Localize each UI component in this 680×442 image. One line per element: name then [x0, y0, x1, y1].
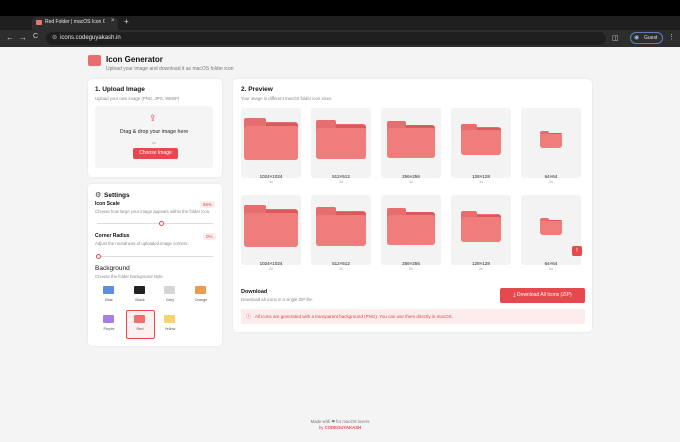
folder-icon: [461, 123, 501, 155]
folder-icon: [244, 205, 298, 247]
info-text: All icons are generated with a transpare…: [255, 314, 453, 319]
author-link[interactable]: CODEGUYAKASH: [325, 425, 362, 430]
swatch-blue[interactable]: [103, 286, 114, 294]
size-label: 512×512: [332, 174, 350, 179]
icon-scale-label: Icon Scale: [95, 201, 120, 207]
swatch-yellow[interactable]: [164, 315, 175, 323]
folder-icon: [461, 210, 501, 242]
icon-scale-slider[interactable]: [97, 223, 213, 224]
corner-radius-desc: Adjust the roundness of uploaded image c…: [95, 241, 189, 246]
download-all-button[interactable]: ⤓ Download All Icons (ZIP): [500, 288, 585, 303]
background-desc: Choose the folder background style.: [95, 274, 164, 279]
footer-by-prefix: by: [318, 425, 324, 430]
scale-label: 2x: [548, 267, 553, 271]
size-label: 1024×1024: [259, 261, 283, 266]
folder-icon: [244, 118, 298, 160]
size-label: 64×64: [544, 174, 558, 179]
page-title: Icon Generator: [106, 55, 163, 64]
icon-scale-value: 56%: [200, 201, 216, 208]
icon-scale-slider-handle[interactable]: [158, 221, 164, 226]
size-label: 256×256: [402, 261, 420, 266]
title-bar: [0, 0, 680, 16]
corner-radius-slider-handle[interactable]: [96, 254, 101, 259]
footer-by: by CODEGUYAKASH: [0, 425, 680, 430]
alert-icon[interactable]: !: [572, 246, 582, 256]
settings-title: Settings: [104, 192, 130, 199]
sidebar-icon[interactable]: ◫: [612, 34, 619, 42]
folder-icon: [540, 217, 562, 235]
size-label: 128×128: [472, 261, 490, 266]
tab-title: Red Folder | macOS Icon Gen...: [45, 19, 105, 25]
info-icon: ⓘ: [246, 314, 252, 320]
swatch-orange[interactable]: [195, 286, 206, 294]
upload-subtitle: Upload your own image (PNG, JPG, WEBP): [95, 96, 180, 101]
folder-favicon-icon: [36, 20, 42, 25]
folder-icon: [316, 206, 366, 246]
download-button-label: Download All Icons (ZIP): [516, 292, 572, 298]
drop-text: Drag & drop your image here: [119, 129, 189, 135]
gear-icon: ⚙: [95, 192, 102, 199]
new-tab-icon[interactable]: +: [124, 17, 129, 26]
corner-radius-slider[interactable]: [97, 256, 213, 257]
swatch-label: Grey: [165, 298, 175, 302]
corner-radius-value: 0%: [203, 233, 216, 240]
size-label: 1024×1024: [259, 174, 283, 179]
scale-label: 1x: [268, 180, 273, 184]
swatch-label: Orange: [194, 298, 208, 302]
swatch-red[interactable]: [134, 315, 145, 323]
forward-arrow-icon[interactable]: →: [19, 33, 27, 42]
preview-title: 2. Preview: [241, 86, 273, 93]
download-title: Download: [241, 289, 268, 295]
site-info-icon[interactable]: ⊜: [52, 34, 57, 41]
size-label: 256×256: [402, 174, 420, 179]
preview-subtitle: Your image in different macOS folder ico…: [241, 96, 332, 101]
swatch-purple[interactable]: [103, 315, 114, 323]
folder-icon: [387, 207, 435, 245]
scale-label: 1x: [408, 180, 413, 184]
menu-icon[interactable]: ⋮: [668, 33, 675, 41]
background-label: Background: [95, 265, 130, 272]
scale-label: 2x: [268, 267, 273, 271]
swatch-label: Red: [136, 327, 144, 331]
folder-logo-icon: [88, 55, 101, 66]
reload-icon[interactable]: C: [33, 33, 38, 40]
address-bar[interactable]: [46, 32, 606, 45]
tab-close-icon[interactable]: ×: [111, 18, 115, 24]
guest-label: Guest: [644, 35, 658, 41]
scale-label: 2x: [338, 267, 343, 271]
corner-radius-label: Corner Radius: [95, 233, 130, 239]
folder-icon: [540, 130, 562, 148]
upload-title: 1. Upload Image: [95, 86, 145, 93]
swatch-label: Yellow: [164, 327, 176, 331]
profile-icon: ◉: [634, 35, 640, 41]
scale-label: 1x: [338, 180, 343, 184]
page-subtitle: Upload your image and download it as mac…: [106, 66, 234, 72]
icon-scale-desc: Choose how large your image appears with…: [95, 209, 211, 214]
swatch-label: Black: [135, 298, 145, 302]
folder-icon: [316, 119, 366, 159]
size-label: 64×64: [544, 261, 558, 266]
swatch-grey[interactable]: [164, 286, 175, 294]
folder-icon: [387, 120, 435, 158]
scale-label: 2x: [478, 267, 483, 271]
scale-label: 1x: [478, 180, 483, 184]
size-label: 128×128: [472, 174, 490, 179]
url-text[interactable]: icons.codeguyakash.in: [60, 35, 121, 41]
size-label: 512×512: [332, 261, 350, 266]
upload-icon: ⇪: [149, 113, 157, 123]
swatch-label: Blue: [105, 298, 113, 302]
scale-label: 1x: [548, 180, 553, 184]
download-subtitle: Download all icons in a single ZIP file.: [241, 297, 314, 302]
swatch-label: Purple: [103, 327, 115, 331]
or-text: or: [152, 140, 156, 145]
swatch-black[interactable]: [134, 286, 145, 294]
choose-image-button[interactable]: Choose Image: [133, 148, 178, 159]
back-arrow-icon[interactable]: ←: [6, 33, 14, 42]
scale-label: 2x: [408, 267, 413, 271]
